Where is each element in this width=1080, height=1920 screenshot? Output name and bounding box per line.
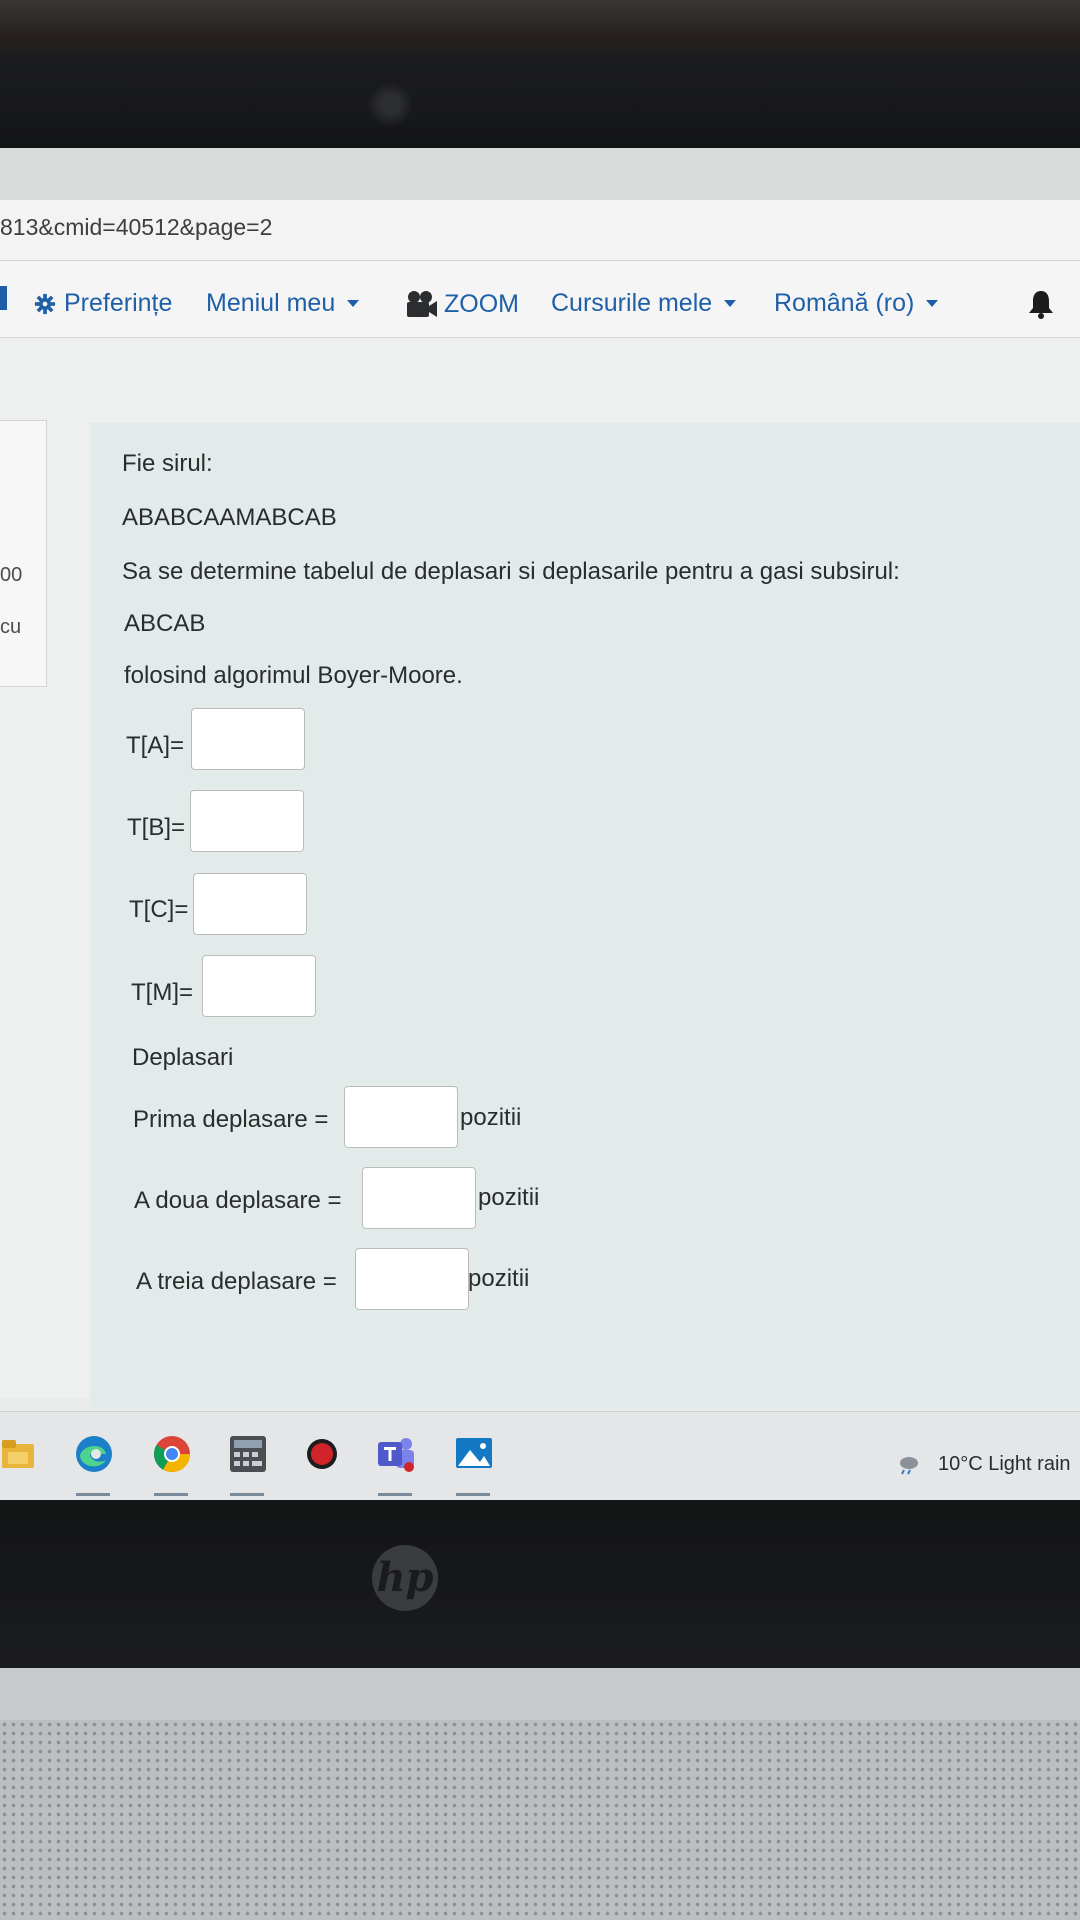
nav-my-courses-label: Cursurile mele xyxy=(551,289,713,317)
table-field-b-input[interactable] xyxy=(190,790,304,852)
shift-unit-label: pozitii xyxy=(460,1104,522,1131)
question-instruction: Sa se determine tabelul de deplasari si … xyxy=(122,558,900,585)
laptop-bottom-bezel xyxy=(0,1500,1080,1670)
record-icon[interactable] xyxy=(302,1434,342,1474)
nav-item-zoom[interactable]: ZOOM xyxy=(404,289,519,319)
file-explorer-icon[interactable] xyxy=(2,1434,42,1474)
nav-item-my-menu[interactable]: Meniul meu xyxy=(206,289,360,318)
laptop-screen: 813&cmid=40512&page=2 Preferințe Meniul … xyxy=(0,148,1080,1500)
url-text[interactable]: 813&cmid=40512&page=2 xyxy=(0,214,272,241)
left-info-panel xyxy=(0,420,47,687)
second-shift-input[interactable] xyxy=(362,1167,476,1229)
caret-down-icon xyxy=(347,300,360,307)
question-intro: Fie sirul: xyxy=(122,450,213,477)
shift-field-label: A treia deplasare = xyxy=(136,1268,337,1295)
active-app-indicator xyxy=(378,1493,412,1496)
question-text-string: ABABCAAMABCAB xyxy=(122,504,337,531)
active-app-indicator xyxy=(154,1493,188,1496)
shift-field-label: A doua deplasare = xyxy=(134,1187,342,1214)
bell-icon[interactable] xyxy=(1027,289,1055,319)
browser-tab-strip xyxy=(0,148,1080,200)
table-field-label: T[M]= xyxy=(131,979,194,1006)
left-panel-text: cu xyxy=(0,616,22,638)
active-app-indicator xyxy=(230,1493,264,1496)
chrome-icon[interactable] xyxy=(152,1434,192,1474)
caret-down-icon xyxy=(926,300,939,307)
question-pattern: ABCAB xyxy=(124,610,206,637)
nav-my-menu-label: Meniul meu xyxy=(206,289,336,317)
nav-zoom-label: ZOOM xyxy=(444,289,519,318)
nav-language-label: Română (ro) xyxy=(774,289,915,317)
table-field-label: T[C]= xyxy=(129,896,189,923)
caret-down-icon xyxy=(724,300,737,307)
photos-icon[interactable] xyxy=(454,1434,494,1474)
shift-unit-label: pozitii xyxy=(468,1265,530,1292)
left-panel-text: 00 xyxy=(0,564,23,586)
video-camera-icon xyxy=(407,291,437,317)
nav-item-language[interactable]: Română (ro) xyxy=(774,289,939,318)
speaker-grille xyxy=(0,1720,1080,1920)
first-shift-input[interactable] xyxy=(344,1086,458,1148)
gear-icon xyxy=(34,293,56,314)
question-method: folosind algorimul Boyer-Moore. xyxy=(124,662,463,689)
table-field-c-input[interactable] xyxy=(193,873,307,935)
edge-icon[interactable] xyxy=(74,1434,114,1474)
teams-icon[interactable] xyxy=(376,1434,416,1474)
third-shift-input[interactable] xyxy=(355,1248,469,1310)
table-field-label: T[A]= xyxy=(126,732,185,759)
nav-preferences-label: Preferințe xyxy=(64,289,173,317)
rain-cloud-icon xyxy=(900,1457,918,1475)
active-app-indicator xyxy=(456,1493,490,1496)
calculator-icon[interactable] xyxy=(228,1434,268,1474)
weather-widget[interactable]: 10°C Light rain xyxy=(938,1453,1080,1476)
webcam xyxy=(368,82,412,126)
nav-item-preferences[interactable]: Preferințe xyxy=(34,289,172,318)
nav-item-my-courses[interactable]: Cursurile mele xyxy=(551,289,737,318)
laptop-top-bezel xyxy=(0,0,1080,150)
table-field-a-input[interactable] xyxy=(191,708,305,770)
table-field-label: T[B]= xyxy=(127,814,186,841)
shifts-heading: Deplasari xyxy=(132,1044,234,1071)
shift-field-label: Prima deplasare = xyxy=(133,1106,329,1133)
active-app-indicator xyxy=(76,1493,110,1496)
nav-item-cut-off[interactable] xyxy=(0,286,7,310)
laptop-hinge xyxy=(0,1668,1080,1720)
table-field-m-input[interactable] xyxy=(202,955,316,1017)
shift-unit-label: pozitii xyxy=(478,1184,540,1211)
hp-logo: hp xyxy=(372,1545,438,1611)
